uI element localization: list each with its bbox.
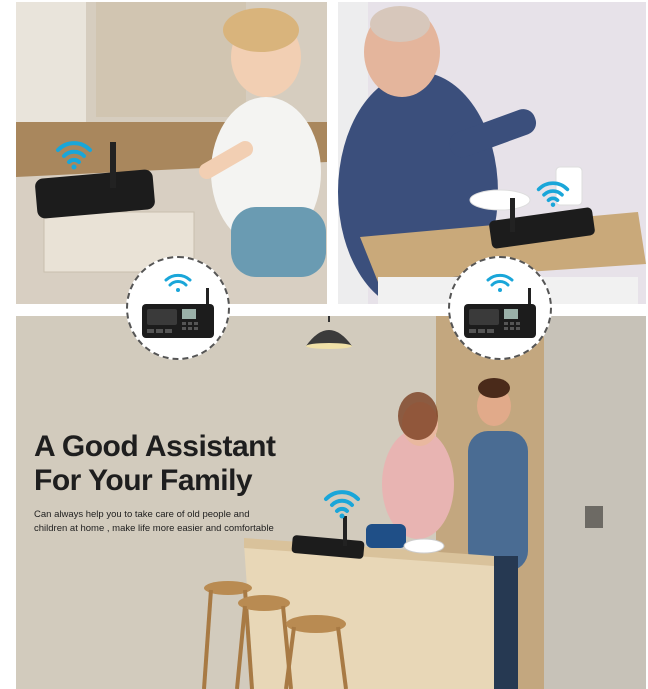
subtext: Can always help you to take care of old …: [34, 508, 314, 536]
headline: A Good Assistant For Your Family: [34, 430, 276, 498]
subtext-line-1: Can always help you to take care of old …: [34, 509, 250, 520]
photo-kitchen-couple: A Good Assistant For Your Family Can alw…: [16, 316, 646, 689]
headline-line-1: A Good Assistant: [34, 430, 276, 463]
wifi-icon: [324, 490, 360, 519]
wifi-icon: [536, 181, 570, 207]
device-callout-right: [448, 256, 552, 360]
device-callout-left: [126, 256, 230, 360]
wifi-icon: [56, 141, 92, 170]
intercom-device-icon: [464, 273, 536, 338]
subtext-line-2: children at home , make life more easier…: [34, 523, 274, 534]
intercom-device-icon: [142, 273, 214, 338]
headline-line-2: For Your Family: [34, 464, 253, 497]
